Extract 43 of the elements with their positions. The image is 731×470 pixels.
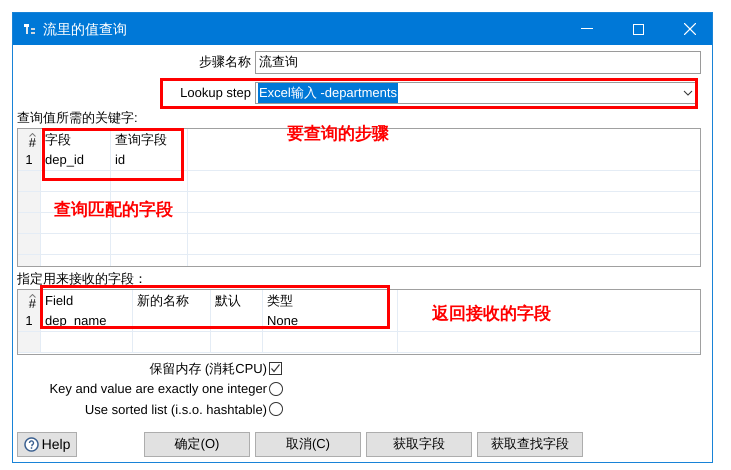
dialog-button[interactable]: 获取查找字段 <box>477 432 583 456</box>
column-header: 查询字段 <box>111 129 188 150</box>
section-label: 指定用来接收的字段： <box>17 271 148 287</box>
table-cell: 1 <box>18 311 41 331</box>
maximize-icon[interactable] <box>633 24 644 34</box>
radio-button[interactable] <box>269 382 283 396</box>
dialog-button[interactable]: 获取字段 <box>366 432 472 456</box>
dialog-button[interactable]: 取消(C) <box>255 432 361 456</box>
lookup-step-dropdown[interactable]: Excel输入 -departments <box>255 82 696 104</box>
option-label: 保留内存 (消耗CPU) <box>148 360 268 378</box>
section-label: 查询值所需的关键字: <box>17 110 139 126</box>
step-name-field[interactable]: 流查询 <box>255 50 701 74</box>
table-cell: dep_name <box>41 311 133 331</box>
annotation-text: 查询匹配的字段 <box>54 199 173 221</box>
table-cell: dep_id <box>41 150 111 170</box>
table-cell: 1 <box>18 150 41 170</box>
field-label: 步骤名称 <box>198 53 252 72</box>
annotation-text: 要查询的步骤 <box>287 123 389 145</box>
column-header: 类型 <box>263 290 398 311</box>
help-button[interactable]: Help <box>17 432 77 456</box>
field-label: Lookup step <box>179 84 252 102</box>
checkbox[interactable] <box>269 362 282 375</box>
help-icon <box>24 436 39 452</box>
chevron-down-icon <box>683 90 693 96</box>
minimize-icon[interactable] <box>581 28 593 30</box>
column-header: Field <box>41 290 133 311</box>
annotation-text: 返回接收的字段 <box>432 303 551 325</box>
table-cell: None <box>263 311 398 331</box>
window-title: 流里的值查询 <box>43 20 128 38</box>
dialog-button[interactable]: 确定(O) <box>144 432 250 456</box>
option-label: Key and value are exactly one integer <box>48 380 268 398</box>
app-icon <box>23 22 37 36</box>
column-header: 字段 <box>41 129 111 150</box>
option-label: Use sorted list (i.s.o. hashtable) <box>84 400 268 419</box>
sort-caret-icon <box>29 133 36 137</box>
column-header: # <box>18 129 41 150</box>
column-header: 默认 <box>211 290 263 311</box>
close-icon[interactable] <box>684 23 696 35</box>
radio-button[interactable] <box>269 402 283 416</box>
column-header: # <box>18 290 41 311</box>
table-cell: id <box>111 150 188 170</box>
sort-caret-icon <box>29 294 36 298</box>
column-header: 新的名称 <box>133 290 211 311</box>
